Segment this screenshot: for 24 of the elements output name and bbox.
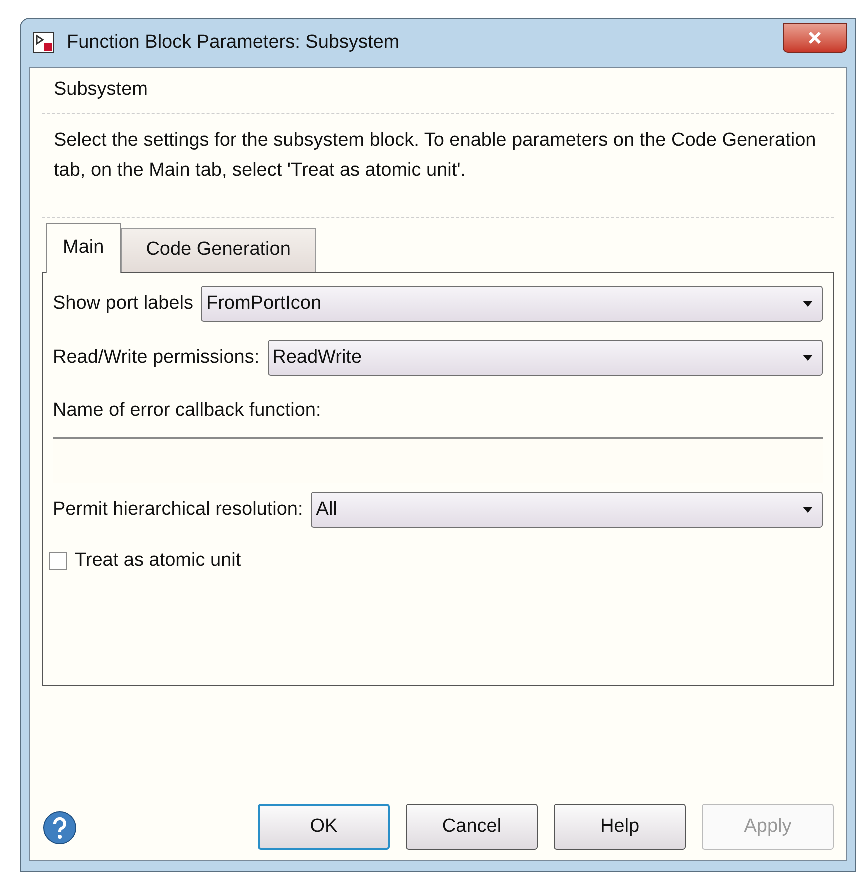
dialog-button[interactable]: Cancel: [406, 804, 538, 850]
tab[interactable]: Main: [46, 223, 122, 273]
dialog-button[interactable]: OK: [258, 804, 390, 850]
checkbox[interactable]: [49, 552, 67, 570]
dropdown[interactable]: All: [311, 492, 823, 528]
tab[interactable]: Code Generation: [121, 228, 316, 272]
help-icon[interactable]: [42, 810, 78, 846]
field-label: Read/Write permissions:: [53, 346, 260, 370]
field-label: Name of error callback function:: [53, 398, 322, 423]
close-icon: [808, 31, 822, 45]
field-label: Permit hierarchical resolution:: [53, 498, 304, 522]
window-title: Function Block Parameters: Subsystem: [67, 30, 400, 55]
description-text: Select the settings for the subsystem block. To enable parameters on the Code Generation tab, on the Main tab, select 'Treat as atomic unit'.: [42, 114, 834, 218]
caret-icon: [802, 300, 814, 308]
caret-icon: [802, 506, 814, 514]
block-icon: [33, 32, 55, 54]
caret-icon: [802, 354, 814, 362]
field-label: Show port labels: [53, 292, 194, 316]
checkbox-label: Treat as atomic unit: [75, 548, 242, 573]
dropdown[interactable]: ReadWrite: [268, 340, 823, 376]
dropdown[interactable]: FromPortIcon: [201, 286, 823, 322]
group-title: Subsystem: [42, 68, 834, 114]
dialog-button[interactable]: Help: [554, 804, 686, 850]
close-button[interactable]: [783, 23, 847, 53]
